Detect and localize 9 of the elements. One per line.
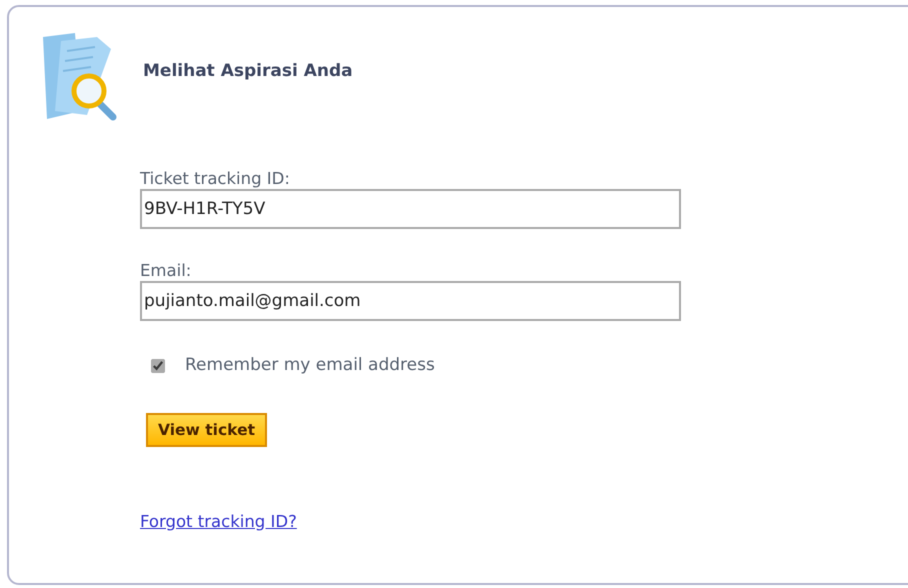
input-field[interactable]: pujianto.mail@gmail.com bbox=[140, 281, 681, 321]
field-label: Ticket tracking ID: bbox=[140, 169, 291, 189]
checkbox-label: Remember my email address bbox=[185, 354, 435, 377]
input-field[interactable]: 9BV-H1R-TY5V bbox=[140, 189, 681, 229]
view-ticket-button[interactable]: View ticket bbox=[146, 412, 267, 446]
checkbox[interactable] bbox=[151, 358, 165, 373]
page-title: Melihat Aspirasi Anda bbox=[143, 60, 353, 84]
forgot-link[interactable]: Forgot tracking ID? bbox=[140, 510, 297, 534]
field-label: Email: bbox=[140, 261, 192, 281]
